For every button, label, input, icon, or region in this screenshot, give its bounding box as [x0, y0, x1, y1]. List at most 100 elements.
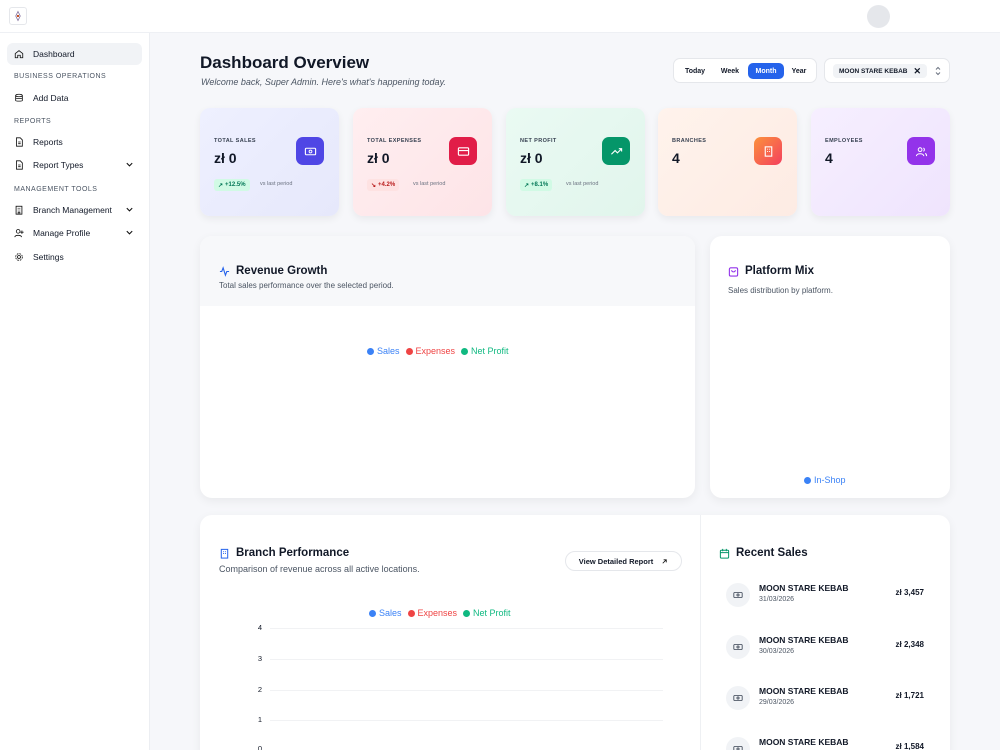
- document-icon: [16, 137, 23, 147]
- legend-item-net-profit[interactable]: Net Profit: [463, 608, 511, 618]
- document-icon: [16, 160, 23, 170]
- trend-badge: ↗ +8.1%: [520, 179, 553, 191]
- chevron-up-down-icon[interactable]: [934, 65, 942, 77]
- legend-item-expenses[interactable]: Expenses: [407, 608, 457, 618]
- sidebar-item-branch-management[interactable]: Branch Management: [7, 199, 142, 221]
- sidebar-item-label: Branch Management: [33, 205, 112, 215]
- panel-divider: [700, 515, 701, 750]
- user-plus-icon: [14, 229, 24, 238]
- sale-date: 30/03/2026: [759, 648, 795, 655]
- database-icon: [15, 93, 23, 102]
- vs-label: vs last period: [260, 181, 293, 187]
- y-tick-label: 2: [257, 685, 262, 694]
- section-management-tools: MANAGEMENT TOOLS: [14, 186, 98, 193]
- sidebar-item-settings[interactable]: Settings: [7, 246, 142, 268]
- branch-performance-subtitle: Comparison of revenue across all active …: [219, 564, 420, 574]
- button-label: View Detailed Report: [578, 556, 654, 566]
- trend-badge: ↗ +12.5%: [214, 179, 250, 191]
- y-tick-label: 0: [257, 744, 262, 750]
- user-avatar[interactable]: [867, 5, 890, 28]
- legend-item-expenses[interactable]: Expenses: [405, 346, 455, 356]
- sale-amount: zł 2,348: [895, 640, 924, 649]
- legend-item-sales[interactable]: Sales: [369, 608, 402, 618]
- period-week-button[interactable]: Week: [714, 63, 746, 79]
- sale-branch-name: MOON STARE KEBAB: [759, 583, 849, 593]
- panel-title-text: Branch Performance: [236, 547, 350, 559]
- revenue-legend: Sales Expenses Net Profit: [367, 346, 509, 356]
- stat-value: zł 0: [520, 150, 543, 166]
- money-icon: [296, 137, 324, 165]
- sale-branch-name: MOON STARE KEBAB: [759, 737, 849, 747]
- sidebar-item-dashboard[interactable]: Dashboard: [7, 43, 142, 65]
- stat-card-total-sales: TOTAL SALES zł 0 ↗ +12.5% vs last period: [200, 108, 339, 216]
- chevron-down-icon: [126, 162, 133, 167]
- legend-item-in-shop[interactable]: In-Shop: [804, 475, 846, 485]
- money-icon: [726, 583, 750, 607]
- platform-mix-panel: Platform Mix Sales distribution by platf…: [710, 236, 950, 498]
- logo-icon: [15, 10, 21, 22]
- calendar-icon: [719, 548, 730, 559]
- platform-legend: In-Shop: [804, 475, 846, 485]
- period-today-button[interactable]: Today: [680, 63, 710, 79]
- sale-amount: zł 1,584: [895, 742, 924, 750]
- building-icon: [15, 205, 23, 215]
- branch-legend: Sales Expenses Net Profit: [369, 608, 511, 618]
- app-logo[interactable]: [9, 7, 27, 25]
- stat-label: TOTAL EXPENSES: [367, 138, 422, 144]
- grid-line: [270, 690, 663, 691]
- sidebar-item-report-types[interactable]: Report Types: [7, 154, 142, 176]
- grid-line: [270, 720, 663, 721]
- sidebar: Dashboard BUSINESS OPERATIONS Add Data R…: [0, 33, 150, 750]
- stat-label: EMPLOYEES: [825, 138, 863, 144]
- period-month-button[interactable]: Month: [748, 63, 784, 79]
- sidebar-item-label: Reports: [33, 137, 63, 147]
- sale-amount: zł 3,457: [895, 588, 924, 597]
- page-title: Dashboard Overview: [200, 53, 370, 72]
- stat-label: TOTAL SALES: [214, 138, 256, 144]
- sidebar-item-label: Manage Profile: [33, 228, 91, 238]
- trend-up-icon: ↗: [218, 182, 224, 189]
- stat-label: BRANCHES: [672, 138, 707, 144]
- sidebar-item-reports[interactable]: Reports: [7, 131, 142, 153]
- period-year-button[interactable]: Year: [785, 63, 813, 79]
- sidebar-item-label: Dashboard: [33, 49, 75, 59]
- view-detailed-report-button[interactable]: View Detailed Report: [565, 551, 682, 571]
- branch-performance-title: Branch Performance: [219, 547, 349, 559]
- building-icon: [754, 137, 782, 165]
- stat-card-branches: BRANCHES 4: [658, 108, 797, 216]
- revenue-growth-title: Revenue Growth: [219, 265, 327, 277]
- money-icon: [726, 737, 750, 750]
- grid-line: [270, 628, 663, 629]
- sale-date: 31/03/2026: [759, 596, 795, 603]
- recent-sale-item[interactable]: MOON STARE KEBAB 31/03/2026 zł 3,457: [726, 580, 926, 610]
- clear-branch-icon[interactable]: ✕: [914, 66, 922, 77]
- revenue-growth-subtitle: Total sales performance over the selecte…: [219, 281, 394, 290]
- legend-item-net-profit[interactable]: Net Profit: [461, 346, 509, 356]
- sidebar-item-manage-profile[interactable]: Manage Profile: [7, 222, 142, 244]
- recent-sale-item[interactable]: MOON STARE KEBAB 29/03/2026 zł 1,721: [726, 683, 926, 713]
- sidebar-item-add-data[interactable]: Add Data: [7, 87, 142, 109]
- legend-item-sales[interactable]: Sales: [367, 346, 400, 356]
- building-icon: [220, 548, 229, 559]
- y-tick-label: 3: [257, 654, 262, 663]
- branch-chip: MOON STARE KEBAB ✕: [833, 64, 928, 78]
- period-selector: Today Week Month Year: [673, 58, 817, 83]
- trend-value: +8.1%: [531, 182, 549, 188]
- stat-card-net-profit: NET PROFIT zł 0 ↗ +8.1% vs last period: [506, 108, 645, 216]
- trending-up-icon: [602, 137, 630, 165]
- recent-sale-item[interactable]: MOON STARE KEBAB zł 1,584: [726, 734, 926, 750]
- section-business-operations: BUSINESS OPERATIONS: [14, 73, 107, 80]
- top-bar: [0, 0, 1000, 33]
- trend-value: +12.5%: [225, 182, 246, 188]
- gear-icon: [15, 253, 23, 261]
- sale-branch-name: MOON STARE KEBAB: [759, 686, 849, 696]
- arrow-up-right-icon: [662, 558, 667, 564]
- trend-value: +4.2%: [378, 182, 396, 188]
- recent-sale-item[interactable]: MOON STARE KEBAB 30/03/2026 zł 2,348: [726, 632, 926, 662]
- sale-branch-name: MOON STARE KEBAB: [759, 635, 849, 645]
- trend-badge: ↘ +4.2%: [367, 179, 400, 191]
- home-icon: [14, 50, 24, 59]
- sidebar-item-label: Report Types: [33, 160, 84, 170]
- branch-select[interactable]: MOON STARE KEBAB ✕: [824, 58, 950, 83]
- platform-mix-subtitle: Sales distribution by platform.: [728, 286, 833, 295]
